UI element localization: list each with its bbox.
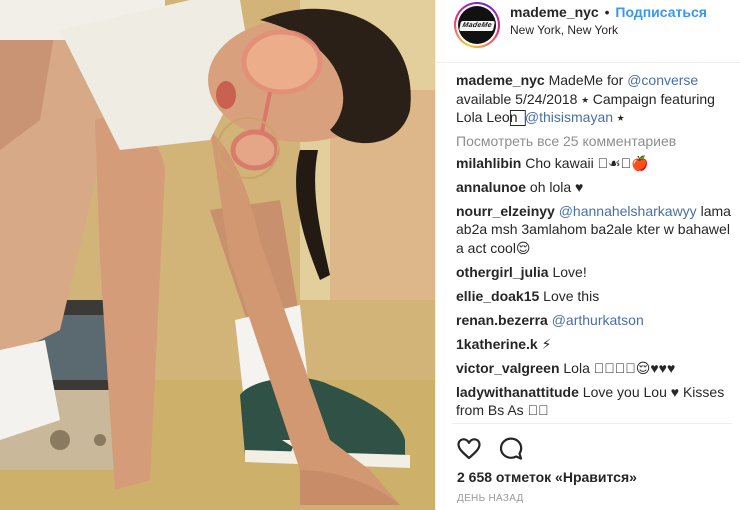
comment-item: ellie_doak15 Love this bbox=[456, 287, 736, 306]
header-divider bbox=[436, 62, 740, 63]
comment-bubble-icon bbox=[499, 437, 523, 460]
comment-text: Love this bbox=[539, 287, 600, 304]
comment-item: milahlibin Cho kawaii ⃞☙⭑🍎 bbox=[456, 154, 736, 173]
comment-item: victor_valgreen Lola ⃞⃞⃞⃞😌♥♥♥ bbox=[456, 359, 736, 378]
comment-username[interactable]: milahlibin bbox=[456, 155, 521, 171]
comment-text: Cho kawaii ⃞☙⭑🍎 bbox=[521, 154, 649, 171]
caption-mention-thisismayan[interactable]: @thisismayan bbox=[525, 109, 613, 125]
comment-username[interactable]: annalunoe bbox=[456, 179, 526, 195]
post-sidebar: MadeMe mademe_nyc • Подписаться New York… bbox=[435, 0, 740, 510]
comment-username[interactable]: othergirl_julia bbox=[456, 264, 549, 280]
post-photo[interactable] bbox=[0, 0, 435, 510]
follow-button[interactable]: Подписаться bbox=[615, 4, 707, 20]
comment-mention[interactable]: @arthurkatson bbox=[552, 312, 644, 328]
avatar[interactable]: MadeMe bbox=[454, 2, 500, 48]
actions-divider bbox=[452, 423, 732, 424]
comments-list: mademe_nyc MadeMe for @converse availabl… bbox=[456, 71, 736, 425]
comment-username[interactable]: nourr_elzeinyy bbox=[456, 203, 555, 219]
caption-text: ⭑ bbox=[613, 109, 625, 125]
comment-mention[interactable]: @hannahelsharkawyy bbox=[559, 203, 697, 219]
avatar-logo: MadeMe bbox=[458, 21, 496, 31]
comment-item: othergirl_julia Love! bbox=[456, 263, 736, 282]
comment-text: Love! bbox=[548, 263, 587, 280]
likes-count[interactable]: 2 658 отметок «Нравится» bbox=[457, 469, 637, 485]
caption-username[interactable]: mademe_nyc bbox=[456, 72, 545, 88]
header-username[interactable]: mademe_nyc bbox=[510, 4, 599, 20]
post-caption: mademe_nyc MadeMe for @converse availabl… bbox=[456, 71, 736, 127]
separator-dot: • bbox=[604, 4, 610, 20]
caption-text: MadeMe for bbox=[544, 72, 628, 88]
comment-text: ⚡ bbox=[537, 335, 552, 352]
comment-item: 1katherine.k ⚡ bbox=[456, 335, 736, 354]
comment-text: Lola ⃞⃞⃞⃞😌♥♥♥ bbox=[559, 359, 676, 376]
like-button[interactable] bbox=[456, 436, 482, 462]
comment-text: oh lola ♥ bbox=[526, 178, 584, 195]
post-header: MadeMe mademe_nyc • Подписаться New York… bbox=[436, 0, 740, 62]
view-all-comments-link[interactable]: Посмотреть все 25 комментариев bbox=[456, 131, 736, 151]
avatar-logo-text: MadeMe bbox=[461, 22, 493, 29]
comment-item: nourr_elzeinyy @hannahelsharkawyy lama a… bbox=[456, 202, 736, 258]
comment-item: renan.bezerra @arthurkatson bbox=[456, 311, 736, 330]
post-timestamp[interactable]: ДЕНЬ НАЗАД bbox=[457, 493, 524, 504]
comment-item: annalunoe oh lola ♥ bbox=[456, 178, 736, 197]
photo-illustration bbox=[0, 0, 435, 510]
comment-item: ladywithanattitude Love you Lou ♥ Kisses… bbox=[456, 383, 736, 420]
comment-username[interactable]: ellie_doak15 bbox=[456, 288, 539, 304]
heart-icon bbox=[457, 438, 481, 460]
comment-username[interactable]: 1katherine.k bbox=[456, 336, 538, 352]
caption-mention-converse[interactable]: @converse bbox=[627, 72, 698, 88]
location-link[interactable]: New York, New York bbox=[510, 23, 618, 37]
comment-button[interactable] bbox=[498, 436, 524, 462]
comment-username[interactable]: renan.bezerra bbox=[456, 312, 548, 328]
header-line: mademe_nyc • Подписаться bbox=[510, 4, 707, 20]
comment-username[interactable]: ladywithanattitude bbox=[456, 384, 579, 400]
instagram-post: MadeMe mademe_nyc • Подписаться New York… bbox=[0, 0, 740, 510]
comment-username[interactable]: victor_valgreen bbox=[456, 360, 560, 376]
